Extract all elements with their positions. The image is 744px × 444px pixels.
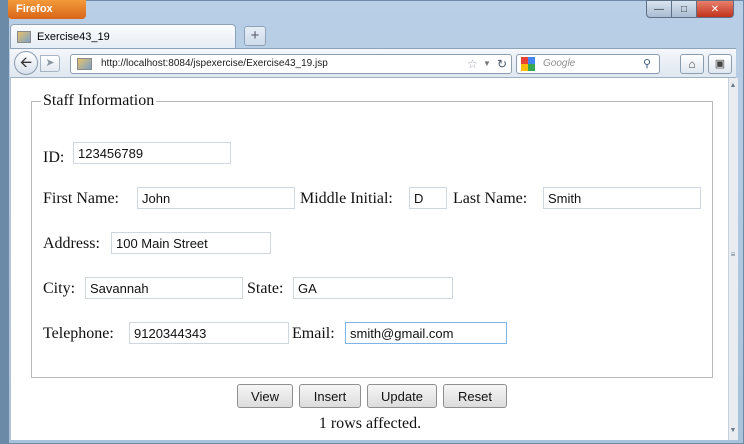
insert-button[interactable]: Insert — [299, 384, 361, 408]
state-label: State: — [247, 280, 284, 297]
status-message: 1 rows affected. — [318, 415, 422, 432]
scroll-up-arrow-icon[interactable]: ▲ — [729, 82, 737, 89]
id-input[interactable] — [73, 142, 231, 164]
forward-button[interactable]: ➤ — [40, 55, 60, 72]
email-label: Email: — [292, 325, 335, 342]
city-label: City: — [43, 280, 76, 297]
browser-tab[interactable]: Exercise43_19 — [10, 24, 236, 48]
url-dropdown-icon[interactable]: ▼ — [483, 55, 491, 73]
google-icon[interactable] — [521, 57, 535, 71]
bookmark-star-icon[interactable]: ☆ — [467, 55, 478, 73]
bookmarks-menu-button[interactable]: ▣ — [708, 54, 732, 74]
scroll-down-arrow-icon[interactable]: ▼ — [729, 427, 737, 434]
url-text: http://localhost:8084/jspexercise/Exerci… — [101, 58, 328, 69]
page-icon — [17, 30, 31, 43]
state-input[interactable] — [293, 277, 453, 299]
page-content: Staff Information ID: First Name: Middle… — [10, 78, 728, 440]
middle-initial-input[interactable] — [409, 187, 447, 209]
last-name-input[interactable] — [543, 187, 701, 209]
middle-initial-label: Middle Initial: — [300, 190, 393, 207]
search-icon[interactable]: ⚲ — [643, 55, 651, 73]
address-bar[interactable]: http://localhost:8084/jspexercise/Exerci… — [70, 54, 512, 74]
telephone-label: Telephone: — [43, 325, 114, 342]
view-button[interactable]: View — [237, 384, 293, 408]
close-window-button[interactable]: ✕ — [696, 0, 734, 18]
search-box[interactable]: Google ⚲ — [516, 54, 660, 74]
last-name-label: Last Name: — [453, 190, 528, 207]
email-input[interactable] — [345, 322, 507, 344]
minimize-button[interactable]: — — [646, 0, 672, 18]
telephone-input[interactable] — [129, 322, 289, 344]
vertical-scrollbar[interactable] — [728, 78, 738, 440]
tab-title: Exercise43_19 — [37, 30, 110, 43]
firefox-menu-button[interactable]: Firefox — [8, 0, 86, 19]
address-label: Address: — [43, 235, 100, 252]
update-button[interactable]: Update — [367, 384, 437, 408]
reload-icon[interactable]: ↻ — [497, 55, 507, 73]
site-icon — [77, 58, 92, 70]
back-button[interactable]: 🡨 — [14, 51, 38, 75]
address-input[interactable] — [111, 232, 271, 254]
home-button[interactable]: ⌂ — [680, 54, 704, 74]
maximize-button[interactable]: □ — [671, 0, 697, 18]
fieldset-legend: Staff Information — [43, 92, 155, 109]
scroll-grip-icon[interactable]: ≡ — [730, 250, 736, 259]
city-input[interactable] — [85, 277, 243, 299]
search-placeholder: Google — [543, 58, 576, 69]
reset-button[interactable]: Reset — [443, 384, 507, 408]
first-name-label: First Name: — [43, 190, 119, 207]
id-label: ID: — [43, 149, 65, 166]
new-tab-button[interactable]: + — [244, 26, 266, 46]
first-name-input[interactable] — [137, 187, 295, 209]
